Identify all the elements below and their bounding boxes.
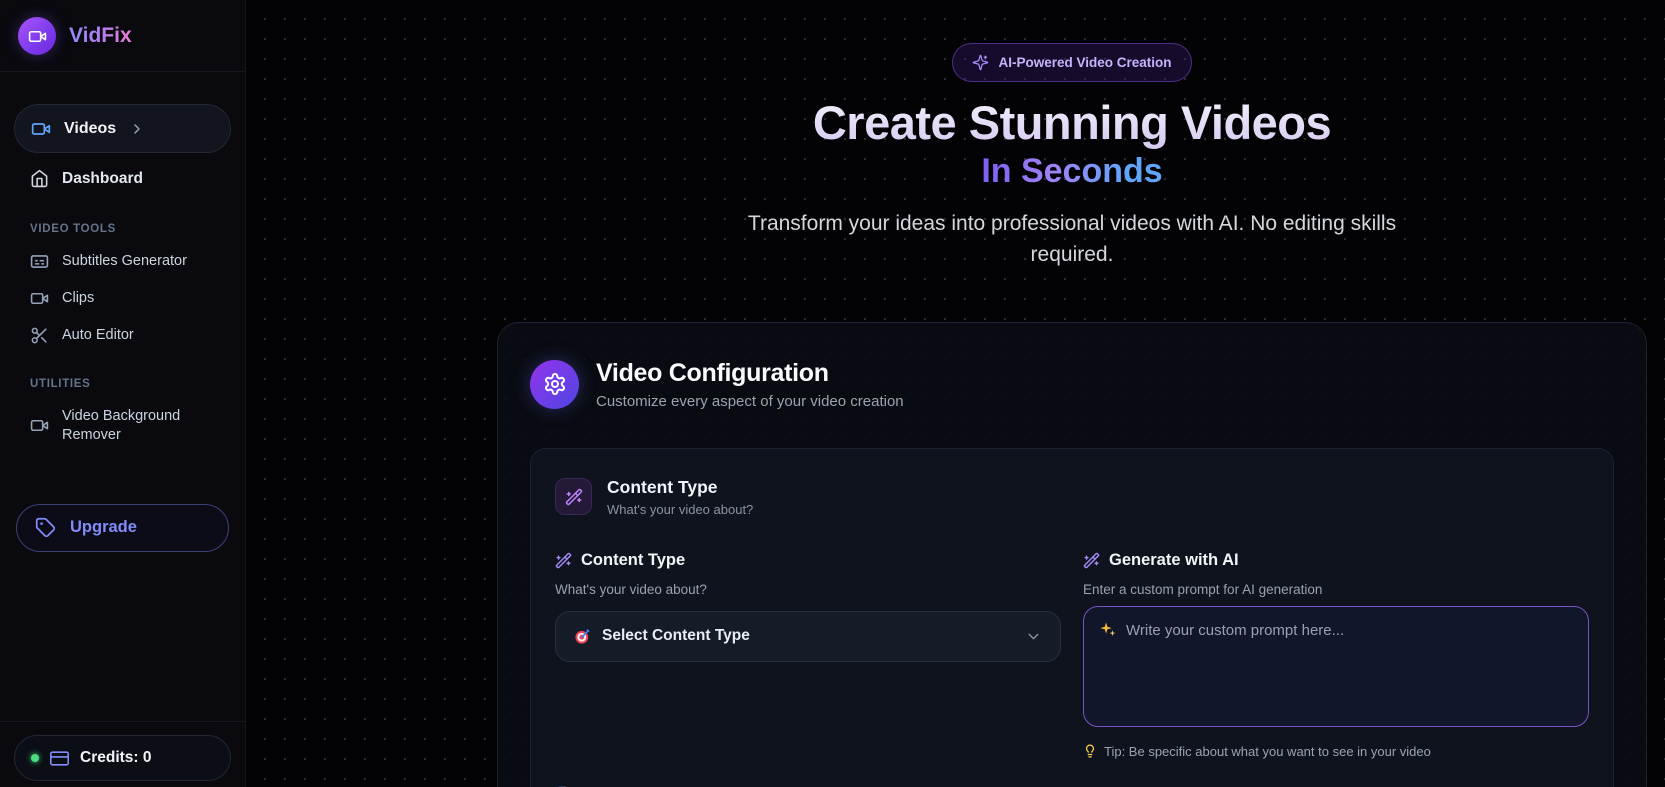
home-icon <box>30 169 49 188</box>
config-subtitle: Customize every aspect of your video cre… <box>596 393 904 410</box>
gear-icon <box>530 360 579 409</box>
sidebar-item-subtitles-generator[interactable]: Subtitles Generator <box>14 243 231 280</box>
section-title-utilities: UTILITIES <box>30 378 215 390</box>
content-type-select[interactable]: Select Content Type <box>555 611 1061 662</box>
lightbulb-icon <box>1083 744 1097 758</box>
sidebar: VidFix Videos Dashboard VIDEO TOOLS <box>0 0 246 787</box>
hero-title: Create Stunning Videos <box>497 95 1647 150</box>
section-title-video-tools: VIDEO TOOLS <box>30 223 215 235</box>
field-hint: What's your video about? <box>555 582 1061 597</box>
app-root: VidFix Videos Dashboard VIDEO TOOLS <box>0 0 1665 787</box>
upgrade-label: Upgrade <box>70 518 137 537</box>
main-content: AI-Powered Video Creation Create Stunnin… <box>246 0 1665 787</box>
content-type-field: Content Type What's your video about? Se… <box>555 551 1061 759</box>
tip-label: Tip: Be specific about what you want to … <box>1104 744 1431 759</box>
video-icon <box>30 289 49 308</box>
sidebar-nav: Videos Dashboard VIDEO TOOLS Subtitles G… <box>0 72 245 552</box>
scissors-icon <box>30 326 49 345</box>
hero-subtitle: In Seconds <box>981 152 1162 191</box>
app-title: VidFix <box>69 24 132 48</box>
config-header: Video Configuration Customize every aspe… <box>530 359 1614 410</box>
select-value: Select Content Type <box>602 627 1014 645</box>
sidebar-item-label: Clips <box>62 289 94 308</box>
sidebar-item-dashboard[interactable]: Dashboard <box>14 158 231 199</box>
chevron-right-icon <box>129 121 145 137</box>
wand-sparkles-icon <box>555 478 592 515</box>
sidebar-item-clips[interactable]: Clips <box>14 280 231 317</box>
field-hint: Enter a custom prompt for AI generation <box>1083 582 1589 597</box>
sparkles-icon <box>972 54 989 71</box>
upgrade-button[interactable]: Upgrade <box>16 504 229 552</box>
badge-label: AI-Powered Video Creation <box>998 55 1171 70</box>
section-title: Content Type <box>607 477 753 498</box>
video-configuration-card: Video Configuration Customize every aspe… <box>497 322 1647 787</box>
sidebar-item-videos[interactable]: Videos <box>14 104 231 153</box>
field-label: Generate with AI <box>1109 551 1239 570</box>
tag-icon <box>35 517 56 538</box>
content-type-card-header: Content Type What's your video about? <box>555 477 1589 517</box>
wand-sparkles-icon <box>555 552 572 569</box>
chevron-down-icon <box>1025 628 1042 645</box>
custom-prompt-textarea[interactable] <box>1083 606 1589 727</box>
wand-sparkles-icon <box>1083 552 1100 569</box>
sidebar-item-label: Auto Editor <box>62 326 134 345</box>
hero-description: Transform your ideas into professional v… <box>742 209 1402 271</box>
hero-section: AI-Powered Video Creation Create Stunnin… <box>497 0 1647 271</box>
sidebar-item-video-background-remover[interactable]: Video Background Remover <box>14 398 231 454</box>
credit-card-icon <box>50 749 69 768</box>
video-icon <box>31 119 51 139</box>
fields-grid: Content Type What's your video about? Se… <box>555 551 1589 787</box>
sidebar-item-label: Videos <box>64 120 116 138</box>
field-label: Content Type <box>581 551 685 570</box>
video-icon <box>30 416 49 435</box>
sidebar-item-label: Dashboard <box>62 170 143 188</box>
sidebar-item-label: Subtitles Generator <box>62 252 187 271</box>
config-title: Video Configuration <box>596 359 904 388</box>
ai-powered-badge[interactable]: AI-Powered Video Creation <box>952 43 1191 82</box>
prompt-tip: Tip: Be specific about what you want to … <box>1083 744 1589 759</box>
status-dot-icon <box>31 754 39 762</box>
section-subtitle: What's your video about? <box>607 502 753 517</box>
target-icon <box>574 628 591 645</box>
sidebar-item-label: Video Background Remover <box>62 407 207 445</box>
vidfix-logo-icon <box>18 17 56 55</box>
credits-label: Credits: 0 <box>80 749 152 767</box>
credits-badge[interactable]: Credits: 0 <box>14 735 231 781</box>
generate-with-ai-field: Generate with AI Enter a custom prompt f… <box>1083 551 1589 759</box>
sidebar-footer: Credits: 0 <box>0 721 245 787</box>
content-type-card: Content Type What's your video about? C <box>530 448 1614 787</box>
app-logo[interactable]: VidFix <box>0 0 245 71</box>
sidebar-item-auto-editor[interactable]: Auto Editor <box>14 317 231 354</box>
captions-icon <box>30 252 49 271</box>
